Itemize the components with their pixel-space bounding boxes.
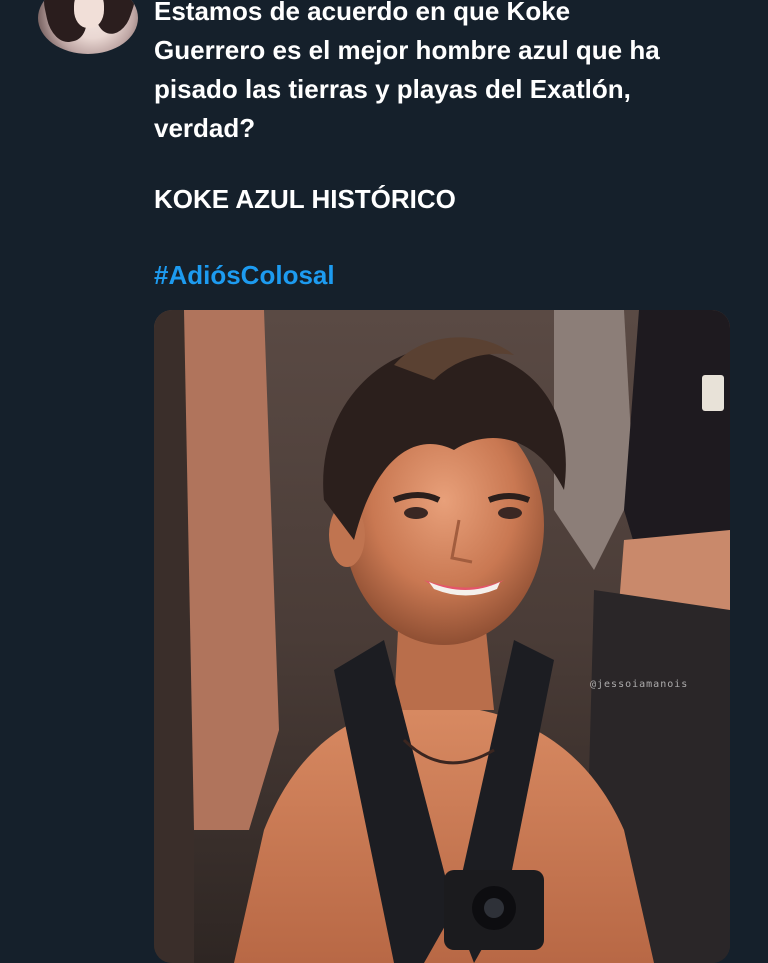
photo-watermark: @jessoiamanois	[590, 679, 689, 690]
photo-illustration	[154, 310, 730, 963]
tweet-headline: KOKE AZUL HISTÓRICO	[154, 184, 456, 214]
hashtag-link[interactable]: #AdiósColosal	[154, 256, 335, 295]
tweet-text-line: verdad?	[154, 113, 256, 143]
tweet-text-line: Guerrero es el mejor hombre azul que ha	[154, 35, 660, 65]
tweet-text-line: Estamos de acuerdo en que Koke	[154, 0, 571, 26]
tweet-media-photo[interactable]: @jessoiamanois	[154, 310, 730, 963]
tweet-text: Estamos de acuerdo en que Koke Guerrero …	[154, 0, 744, 148]
author-avatar[interactable]	[38, 0, 138, 54]
tweet-text-line: pisado las tierras y playas del Exatlón,	[154, 74, 631, 104]
